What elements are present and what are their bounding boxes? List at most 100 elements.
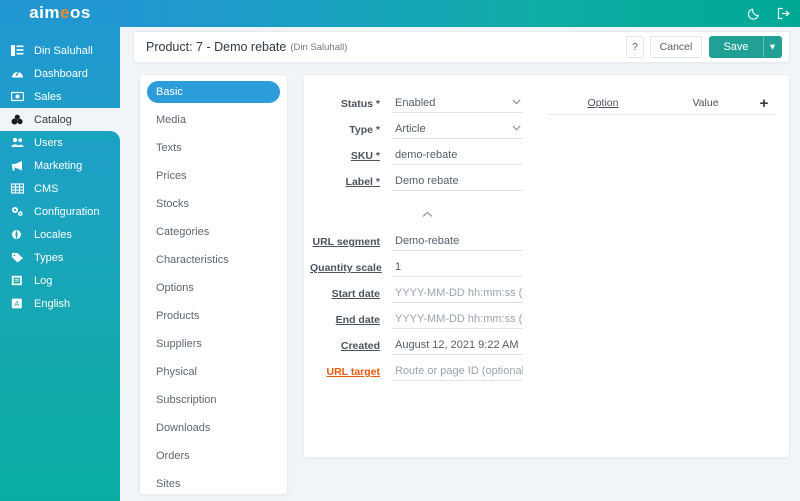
sidebar-item-label: Din Saluhall [34, 44, 93, 57]
tab-sites[interactable]: Sites [147, 473, 280, 495]
options-panel: Option Value + [544, 75, 789, 457]
tab-categories[interactable]: Categories [147, 221, 280, 243]
url-target-label: URL target [326, 366, 380, 378]
start-date-field-wrap [392, 287, 523, 303]
sidebar-item-configuration[interactable]: Configuration [0, 200, 120, 223]
status-select[interactable]: Enabled [392, 97, 523, 113]
tab-basic[interactable]: Basic [147, 81, 280, 103]
sidebar-item-cms[interactable]: CMS [0, 177, 120, 200]
sidebar-item-label: Sales [34, 90, 62, 103]
end-date-label: End date [335, 314, 380, 326]
tag-icon [11, 252, 27, 264]
status-label-text: Status [340, 98, 373, 110]
app-logo[interactable]: aim e os [0, 0, 120, 27]
money-icon [11, 91, 27, 103]
cancel-button[interactable]: Cancel [650, 36, 702, 58]
tab-orders[interactable]: Orders [147, 445, 280, 467]
sidebar-item-users[interactable]: Users [0, 131, 120, 154]
tab-stocks[interactable]: Stocks [147, 193, 280, 215]
tab-texts[interactable]: Texts [147, 137, 280, 159]
field-row-label: Label * [304, 175, 544, 191]
add-option-icon[interactable]: + [753, 96, 775, 111]
options-table-header: Option Value + [548, 96, 775, 115]
type-value: Article [395, 123, 426, 135]
catalog-icon [11, 114, 27, 126]
label-input[interactable] [395, 175, 523, 187]
sku-label-text: SKU [350, 150, 373, 162]
sidebar-item-label: English [34, 297, 71, 310]
tab-products[interactable]: Products [147, 305, 280, 327]
top-bar [120, 0, 800, 27]
save-button[interactable]: Save [709, 36, 763, 58]
quantity-scale-field-wrap [392, 261, 523, 277]
created-field-wrap: August 12, 2021 9:22 AM [392, 339, 523, 355]
field-row-url-segment: URL segment [304, 235, 544, 251]
save-dropdown-caret-icon[interactable]: ▾ [763, 36, 782, 58]
start-date-input[interactable] [395, 287, 523, 299]
field-row-end-date: End date [304, 313, 544, 329]
status-label: Status * [310, 98, 392, 113]
label-label-text: Label [345, 176, 373, 188]
tab-media[interactable]: Media [147, 109, 280, 131]
quantity-scale-input[interactable] [395, 261, 523, 273]
sidebar-item-dashboard[interactable]: Dashboard [0, 62, 120, 85]
sku-field-wrap [392, 149, 523, 165]
sidebar-nav: Din Saluhall Dashboard Sales Catalog Use… [0, 27, 120, 315]
language-icon: A [11, 298, 27, 310]
url-segment-input[interactable] [395, 235, 523, 247]
options-column-option: Option [587, 97, 619, 109]
required-marker: * [375, 124, 380, 136]
start-date-label: Start date [331, 288, 380, 300]
sidebar-item-log[interactable]: Log [0, 269, 120, 292]
tab-characteristics[interactable]: Characteristics [147, 249, 280, 271]
type-label: Type * [310, 124, 392, 139]
dark-mode-icon[interactable] [748, 7, 761, 20]
tab-suppliers[interactable]: Suppliers [147, 333, 280, 355]
tab-label: Sites [156, 478, 181, 490]
sidebar-item-locales[interactable]: Locales [0, 223, 120, 246]
logout-icon[interactable] [777, 7, 790, 20]
field-row-created: Created August 12, 2021 9:22 AM [304, 339, 544, 355]
dashboard-icon [11, 68, 27, 80]
tab-label: Suppliers [156, 338, 202, 350]
collapse-toggle[interactable] [304, 201, 544, 227]
sidebar-item-marketing[interactable]: Marketing [0, 154, 120, 177]
app-root: aim e os Din Saluhall Dashboard Sales Cata… [0, 0, 800, 501]
logo-text-e: e [59, 2, 70, 22]
field-row-quantity-scale: Quantity scale [304, 261, 544, 277]
tab-downloads[interactable]: Downloads [147, 417, 280, 439]
sidebar-item-label: Dashboard [34, 67, 88, 80]
sidebar: aim e os Din Saluhall Dashboard Sales Cata… [0, 0, 120, 501]
users-icon [11, 137, 27, 149]
logo-text-part1: aim [29, 2, 60, 22]
tab-label: Subscription [156, 394, 217, 406]
tab-options[interactable]: Options [147, 277, 280, 299]
sidebar-item-sales[interactable]: Sales [0, 85, 120, 108]
type-select[interactable]: Article [392, 123, 523, 139]
sidebar-item-label: Log [34, 274, 53, 287]
sidebar-item-types[interactable]: Types [0, 246, 120, 269]
required-marker: * [375, 150, 380, 162]
sidebar-item-english[interactable]: A English [0, 292, 120, 315]
svg-text:A: A [14, 301, 19, 308]
tab-prices[interactable]: Prices [147, 165, 280, 187]
grid-icon [11, 183, 27, 195]
basic-form-card: Status * Enabled Type * Article SKU * de… [303, 74, 790, 458]
list-icon [11, 45, 27, 57]
sidebar-item-din-saluhall[interactable]: Din Saluhall [0, 39, 120, 62]
tab-subscription[interactable]: Subscription [147, 389, 280, 411]
field-row-type: Type * Article [304, 123, 544, 139]
tab-list-panel: Basic Media Texts Prices Stocks Categori… [139, 74, 288, 495]
required-marker: * [375, 176, 380, 188]
tab-physical[interactable]: Physical [147, 361, 280, 383]
globe-icon [11, 229, 27, 241]
sidebar-item-label: Catalog [34, 113, 72, 126]
tab-label: Media [156, 114, 186, 126]
url-segment-field-wrap [392, 235, 523, 251]
url-target-input[interactable] [395, 365, 523, 377]
help-button[interactable]: ? [626, 36, 644, 58]
sidebar-item-catalog[interactable]: Catalog [0, 108, 120, 131]
end-date-input[interactable] [395, 313, 523, 325]
tab-label: Orders [156, 450, 190, 462]
sku-input[interactable] [395, 149, 523, 161]
